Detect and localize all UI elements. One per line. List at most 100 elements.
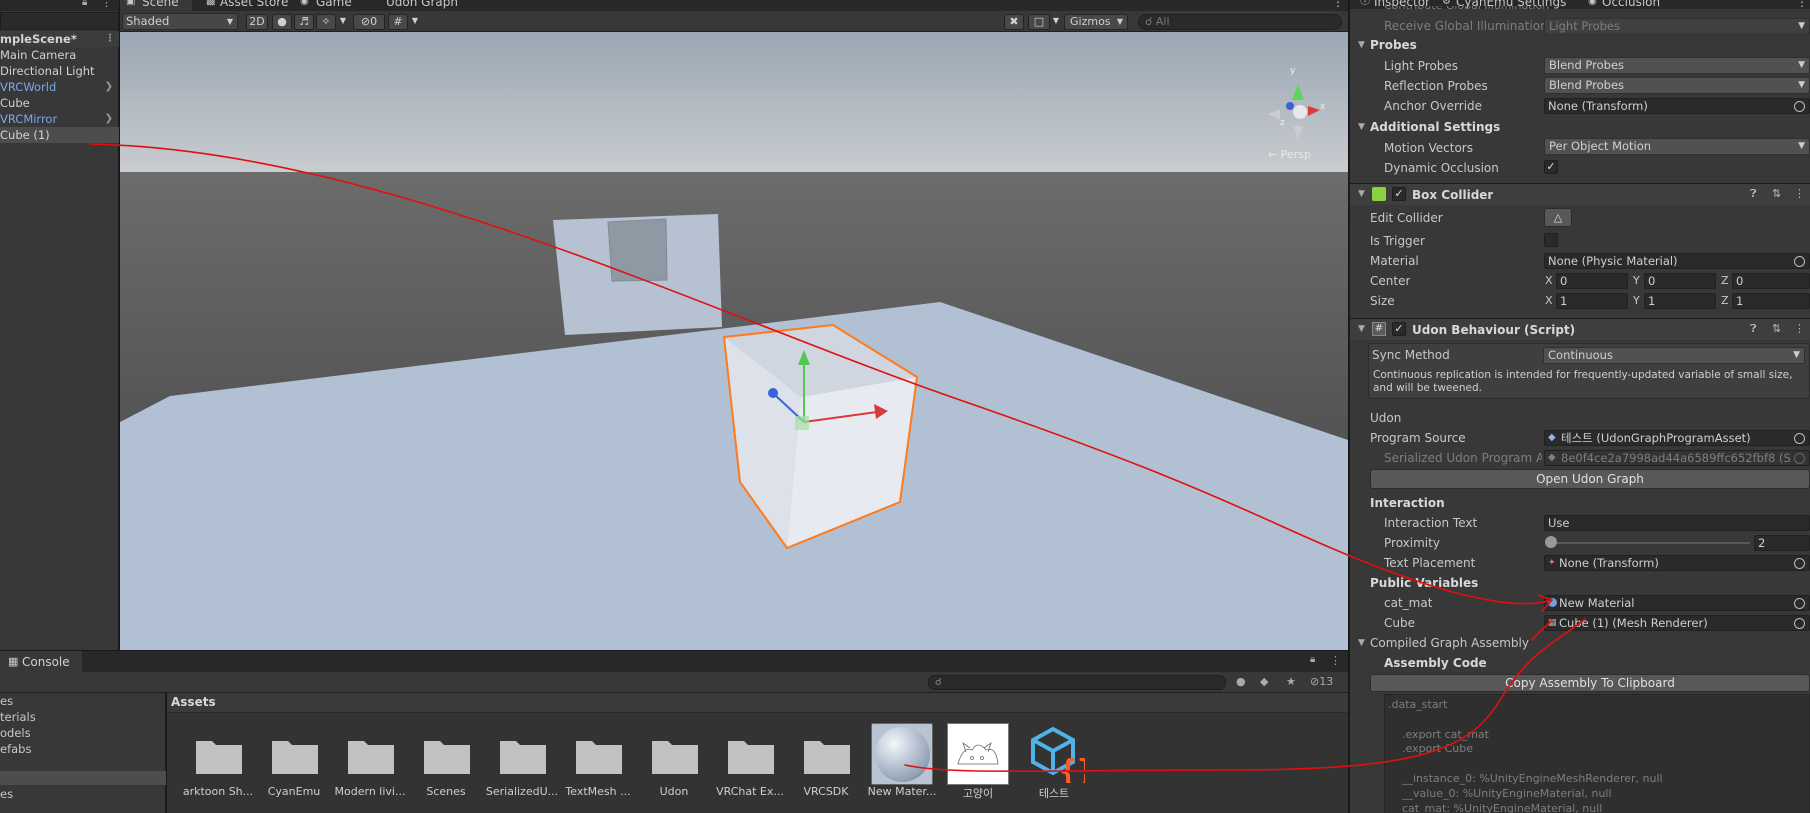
proximity-value-field[interactable]: 2: [1754, 535, 1810, 551]
asset-item[interactable]: New Mater...: [867, 723, 937, 813]
expand-triangle-icon[interactable]: ▼: [1358, 122, 1365, 132]
tree-item-selected[interactable]: [0, 771, 166, 785]
hierarchy-item-vrcmirror[interactable]: VRCMirror ❯: [0, 111, 119, 127]
gizmo-z-handle[interactable]: [768, 388, 778, 398]
expand-triangle-icon[interactable]: ▼: [1358, 638, 1365, 648]
dropdown-arrow-icon[interactable]: ▼: [336, 14, 350, 30]
kebab-menu-icon[interactable]: ⋮: [1332, 0, 1344, 10]
asset-item[interactable]: arktoon Sh...: [183, 723, 253, 813]
asset-item[interactable]: Scenes: [411, 723, 481, 813]
tree-item[interactable]: odels: [0, 726, 31, 740]
presets-icon[interactable]: ⇅: [1772, 187, 1781, 200]
object-picker-icon[interactable]: [1794, 558, 1805, 569]
kebab-menu-icon[interactable]: ⋮: [1330, 654, 1341, 667]
cat-mat-field[interactable]: New Material: [1544, 595, 1810, 611]
dynamic-occlusion-checkbox[interactable]: ✓: [1544, 160, 1558, 174]
kebab-menu-icon[interactable]: ⋮: [1794, 187, 1805, 200]
gizmo-plane-handle[interactable]: [795, 416, 809, 430]
center-y-field[interactable]: 0: [1644, 273, 1716, 289]
tab-asset-store[interactable]: Asset Store: [220, 0, 288, 10]
lock-icon[interactable]: 🔒︎: [82, 0, 87, 8]
kebab-menu-icon[interactable]: ⋮: [1794, 322, 1805, 335]
tab-occlusion[interactable]: Occlusion: [1602, 0, 1660, 10]
proximity-slider-track[interactable]: [1550, 542, 1750, 544]
box-collider-enabled-checkbox[interactable]: ✓: [1392, 187, 1406, 201]
tools-icon[interactable]: ✖: [1004, 14, 1024, 30]
hidden-packages-toggle[interactable]: ⊘13: [1310, 675, 1333, 688]
interaction-text-field[interactable]: Use: [1544, 515, 1810, 531]
anchor-override-field[interactable]: None (Transform): [1544, 98, 1810, 114]
tree-item[interactable]: es: [0, 694, 13, 708]
object-picker-icon[interactable]: [1794, 101, 1805, 112]
audio-toggle-icon[interactable]: ♬: [294, 14, 314, 30]
dropdown-arrow-icon[interactable]: ▼: [1050, 14, 1062, 30]
proximity-slider-thumb[interactable]: [1545, 536, 1557, 548]
kebab-menu-icon[interactable]: ⋮: [101, 0, 112, 9]
asset-item[interactable]: TextMesh ...: [563, 723, 633, 813]
center-z-field[interactable]: 0: [1732, 273, 1810, 289]
asset-item[interactable]: {} 테스트: [1019, 723, 1095, 813]
tree-item[interactable]: terials: [0, 710, 36, 724]
projection-label[interactable]: ← Persp: [1268, 148, 1311, 161]
effects-toggle-icon[interactable]: ✧: [316, 14, 336, 30]
copy-assembly-button[interactable]: Copy Assembly To Clipboard: [1370, 674, 1810, 692]
hierarchy-item-cube[interactable]: Cube: [0, 95, 119, 111]
tree-item[interactable]: efabs: [0, 742, 31, 756]
udon-enabled-checkbox[interactable]: ✓: [1392, 322, 1406, 336]
gizmos-dropdown[interactable]: Gizmos ▼: [1064, 14, 1128, 30]
open-udon-graph-button[interactable]: Open Udon Graph: [1370, 469, 1810, 489]
help-icon[interactable]: ❓︎: [1750, 322, 1757, 336]
scene-viewport[interactable]: y x z ← Persp: [120, 32, 1348, 650]
scene-search-input[interactable]: ☌ All: [1138, 14, 1342, 30]
text-placement-field[interactable]: ✦ None (Transform): [1544, 555, 1810, 571]
lighting-toggle-icon[interactable]: ●: [272, 14, 292, 30]
tab-console[interactable]: Console: [22, 655, 70, 669]
size-z-field[interactable]: 1: [1732, 293, 1810, 309]
toggle-2d-button[interactable]: 2D: [246, 14, 268, 30]
expand-triangle-icon[interactable]: ▼: [1358, 189, 1365, 199]
kebab-menu-icon[interactable]: ⋮: [1796, 0, 1808, 10]
chevron-right-icon[interactable]: ❯: [105, 111, 113, 127]
scene-root-row[interactable]: mpleScene* ⋮: [0, 31, 119, 47]
tab-game[interactable]: Game: [316, 0, 352, 10]
asset-item[interactable]: SerializedU...: [486, 723, 558, 813]
light-probes-dropdown[interactable]: Blend Probes ▼: [1544, 57, 1810, 74]
hierarchy-item-vrcworld[interactable]: VRCWorld ❯: [0, 79, 119, 95]
assets-breadcrumb-label[interactable]: Assets: [171, 695, 216, 709]
udon-behaviour-header[interactable]: ▼ # ✓ Udon Behaviour (Script) ❓︎ ⇅ ⋮: [1350, 318, 1810, 340]
tab-udon-graph[interactable]: Udon Graph: [386, 0, 458, 10]
camera-icon[interactable]: □: [1028, 14, 1050, 30]
material-field[interactable]: None (Physic Material): [1544, 253, 1810, 269]
tree-item[interactable]: es: [0, 787, 13, 801]
hierarchy-search[interactable]: [0, 12, 119, 30]
grid-toggle-icon[interactable]: #: [388, 14, 408, 30]
asset-item[interactable]: CyanEmu: [259, 723, 329, 813]
assembly-code-textarea[interactable]: .data_start .export cat_mat .export Cube…: [1384, 694, 1810, 813]
expand-triangle-icon[interactable]: ▼: [1358, 324, 1365, 334]
tab-scene[interactable]: Scene: [142, 0, 179, 10]
asset-item[interactable]: VRChat Ex...: [715, 723, 785, 813]
chevron-right-icon[interactable]: ❯: [105, 79, 113, 95]
is-trigger-checkbox[interactable]: [1544, 233, 1558, 247]
lock-icon[interactable]: 🔒︎: [1310, 654, 1315, 665]
center-x-field[interactable]: 0: [1556, 273, 1628, 289]
favorite-star-icon[interactable]: ★: [1286, 675, 1296, 688]
dropdown-arrow-icon[interactable]: ▼: [408, 14, 422, 30]
size-y-field[interactable]: 1: [1644, 293, 1716, 309]
object-picker-icon[interactable]: [1794, 433, 1805, 444]
help-icon[interactable]: ❓︎: [1750, 187, 1757, 201]
hierarchy-item-cube-1[interactable]: Cube (1): [0, 127, 119, 143]
hierarchy-item-main-camera[interactable]: Main Camera: [0, 47, 119, 63]
asset-item[interactable]: Udon: [639, 723, 709, 813]
sync-method-dropdown[interactable]: Continuous ▼: [1543, 347, 1805, 364]
presets-icon[interactable]: ⇅: [1772, 322, 1781, 335]
program-source-field[interactable]: ◆ 테스트 (UdonGraphProgramAsset): [1544, 430, 1810, 446]
filter-by-type-icon[interactable]: ●: [1236, 675, 1246, 688]
expand-triangle-icon[interactable]: ▼: [1358, 40, 1365, 50]
asset-item[interactable]: 고양이: [943, 723, 1013, 813]
shading-mode-dropdown[interactable]: Shaded ▼: [122, 13, 238, 30]
hierarchy-item-directional-light[interactable]: Directional Light: [0, 63, 119, 79]
object-picker-icon[interactable]: [1794, 618, 1805, 629]
reflection-probes-dropdown[interactable]: Blend Probes ▼: [1544, 77, 1810, 94]
motion-vectors-dropdown[interactable]: Per Object Motion ▼: [1544, 138, 1810, 155]
